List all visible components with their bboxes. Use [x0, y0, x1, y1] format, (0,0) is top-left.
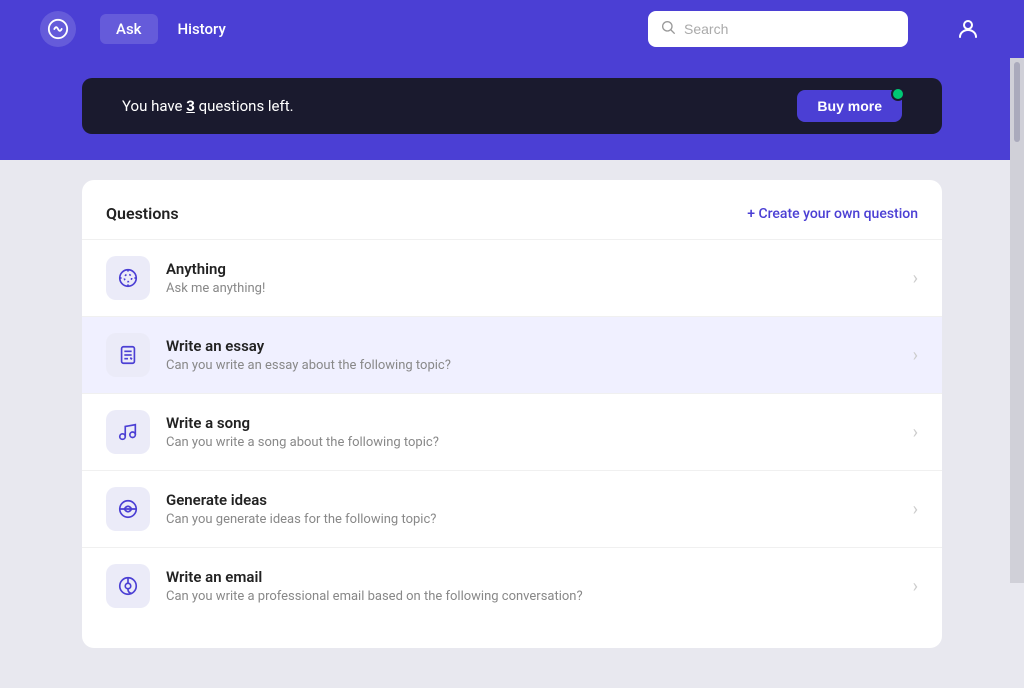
- anything-icon: [106, 256, 150, 300]
- ideas-icon: [106, 487, 150, 531]
- question-item-ideas[interactable]: Generate ideas Can you generate ideas fo…: [82, 470, 942, 547]
- buy-more-button[interactable]: Buy more: [797, 90, 902, 122]
- search-icon: [660, 19, 676, 39]
- song-title: Write a song: [166, 414, 897, 432]
- email-icon: [106, 564, 150, 608]
- song-text: Write a song Can you write a song about …: [166, 414, 897, 450]
- ideas-subtitle: Can you generate ideas for the following…: [166, 512, 897, 527]
- scrollbar-thumb[interactable]: [1014, 62, 1020, 142]
- chevron-icon: ›: [913, 345, 918, 366]
- nav-ask[interactable]: Ask: [100, 14, 158, 44]
- anything-title: Anything: [166, 260, 897, 278]
- song-icon: [106, 410, 150, 454]
- email-text: Write an email Can you write a professio…: [166, 568, 897, 604]
- essay-icon: [106, 333, 150, 377]
- essay-subtitle: Can you write an essay about the followi…: [166, 358, 897, 373]
- questions-banner: You have 3 questions left. Buy more: [82, 78, 942, 134]
- questions-count: 3: [186, 97, 195, 115]
- chevron-icon: ›: [913, 576, 918, 597]
- email-title: Write an email: [166, 568, 897, 586]
- page-content: Questions + Create your own question Any…: [0, 180, 1024, 688]
- essay-text: Write an essay Can you write an essay ab…: [166, 337, 897, 373]
- anything-text: Anything Ask me anything!: [166, 260, 897, 296]
- question-item-song[interactable]: Write a song Can you write a song about …: [82, 393, 942, 470]
- chevron-icon: ›: [913, 499, 918, 520]
- search-input[interactable]: [648, 11, 908, 47]
- essay-title: Write an essay: [166, 337, 897, 355]
- anything-subtitle: Ask me anything!: [166, 281, 897, 296]
- questions-panel: Questions + Create your own question Any…: [82, 180, 942, 648]
- song-subtitle: Can you write a song about the following…: [166, 435, 897, 450]
- banner-text: You have 3 questions left.: [122, 97, 294, 115]
- questions-title: Questions: [106, 204, 179, 223]
- ideas-title: Generate ideas: [166, 491, 897, 509]
- email-subtitle: Can you write a professional email based…: [166, 589, 897, 604]
- logo[interactable]: [40, 11, 76, 47]
- banner-suffix: questions left.: [195, 97, 294, 115]
- questions-header: Questions + Create your own question: [82, 204, 942, 239]
- header: Ask History: [0, 0, 1024, 58]
- create-question-link[interactable]: + Create your own question: [747, 206, 918, 222]
- user-profile-icon[interactable]: [952, 13, 984, 45]
- chevron-icon: ›: [913, 268, 918, 289]
- search-wrapper: [648, 11, 908, 47]
- ideas-text: Generate ideas Can you generate ideas fo…: [166, 491, 897, 527]
- main-nav: Ask History: [100, 14, 242, 44]
- scrollbar[interactable]: [1010, 58, 1024, 583]
- nav-history[interactable]: History: [162, 14, 242, 44]
- chevron-icon: ›: [913, 422, 918, 443]
- question-item-anything[interactable]: Anything Ask me anything! ›: [82, 239, 942, 316]
- question-item-email[interactable]: Write an email Can you write a professio…: [82, 547, 942, 624]
- question-item-essay[interactable]: Write an essay Can you write an essay ab…: [82, 316, 942, 393]
